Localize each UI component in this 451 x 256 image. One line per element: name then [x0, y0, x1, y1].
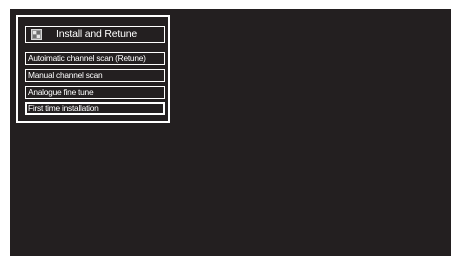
- menu-item-manual-channel-scan[interactable]: Manual channel scan: [25, 69, 165, 82]
- menu-header: Install and Retune: [25, 26, 165, 43]
- install-settings-icon: [31, 29, 42, 40]
- menu-title: Install and Retune: [56, 28, 138, 40]
- install-and-retune-menu: Install and Retune Autoimatic channel sc…: [16, 15, 170, 123]
- tv-screen: Install and Retune Autoimatic channel sc…: [10, 9, 451, 256]
- menu-item-automatic-channel-scan[interactable]: Autoimatic channel scan (Retune): [25, 52, 165, 65]
- menu-item-first-time-installation[interactable]: First time installation: [25, 102, 165, 115]
- menu-item-analogue-fine-tune[interactable]: Analogue fine tune: [25, 86, 165, 99]
